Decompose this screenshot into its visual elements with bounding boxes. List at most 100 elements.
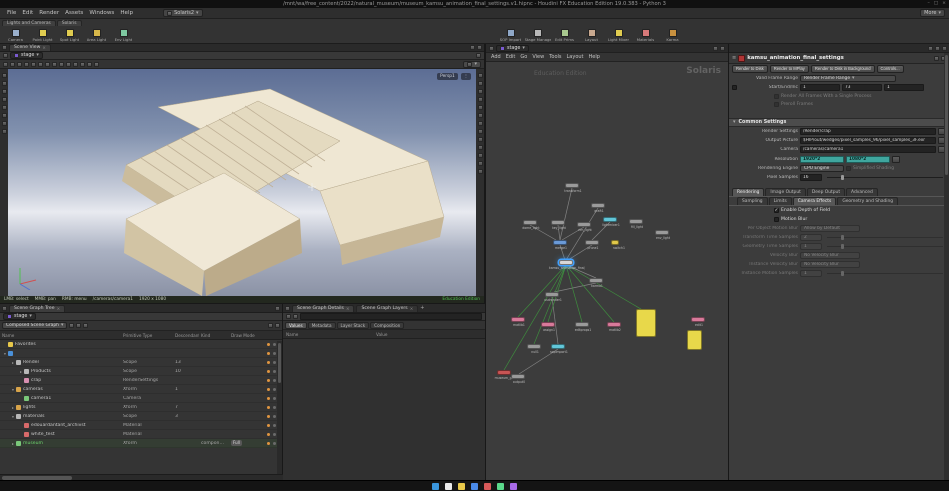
parm-tab[interactable]: Deep Output: [807, 188, 845, 196]
parm-slider[interactable]: [827, 237, 943, 238]
window-control-button[interactable]: □: [934, 1, 938, 6]
more-menu-button[interactable]: More ▾: [920, 9, 945, 17]
draw-mode-button[interactable]: [231, 421, 235, 427]
details-subtab[interactable]: Metadata: [308, 322, 336, 329]
sync-icon[interactable]: [268, 323, 273, 328]
draw-mode-button[interactable]: [231, 358, 235, 364]
draw-mode-button[interactable]: [231, 367, 235, 373]
presets-icon[interactable]: [934, 56, 939, 61]
browser-icon[interactable]: [471, 483, 478, 490]
scale-icon[interactable]: [24, 62, 29, 67]
tab-scene-view[interactable]: Scene View ×: [9, 44, 51, 51]
pixel-samples-slider[interactable]: [827, 177, 943, 178]
scene-graph-row[interactable]: camera1 Camera: [0, 394, 282, 403]
scene-graph-row[interactable]: ▸ Products Scope 10: [0, 367, 282, 376]
parm-menu[interactable]: No Velocity Blur: [800, 252, 860, 259]
column-header-kind[interactable]: Kind: [199, 333, 229, 338]
network-menu-item[interactable]: View: [531, 54, 545, 60]
draw-mode-button[interactable]: [231, 403, 235, 409]
draw-mode-button[interactable]: [231, 376, 235, 382]
close-icon[interactable]: ×: [42, 45, 46, 51]
network-node[interactable]: switch1: [611, 240, 619, 245]
network-node[interactable]: [687, 330, 702, 350]
pane-menu-icon[interactable]: [942, 46, 947, 51]
frame-range-checkbox[interactable]: [732, 85, 737, 90]
network-canvas[interactable]: Education Edition Solaris transform1 gra…: [486, 62, 729, 480]
menu-item[interactable]: Render: [36, 10, 62, 16]
column-header-name[interactable]: Name: [0, 333, 121, 338]
draw-mode-button[interactable]: [231, 340, 235, 346]
shelf-tool[interactable]: Stage Manager: [524, 29, 551, 42]
column-header-name[interactable]: Name: [283, 332, 373, 337]
render-button[interactable]: Render to Disk: [732, 65, 768, 73]
menu-item[interactable]: Windows: [86, 10, 117, 16]
column-header-drawmode[interactable]: Draw Mode: [229, 333, 255, 338]
draw-mode-button[interactable]: Full: [231, 440, 242, 446]
lighting-icon[interactable]: [59, 62, 64, 67]
option-checkbox[interactable]: [774, 102, 779, 107]
visibility-dot-icon[interactable]: [267, 370, 270, 373]
secure-selection-icon[interactable]: [2, 81, 7, 86]
handle-mode-icon[interactable]: [2, 121, 7, 126]
draw-mode-button[interactable]: [231, 394, 235, 400]
camera-field[interactable]: /cameras/camera1: [800, 146, 936, 153]
pin-icon[interactable]: [935, 46, 940, 51]
isolate-icon[interactable]: [478, 145, 483, 150]
visibility-dot-icon[interactable]: [267, 442, 270, 445]
orthographic-icon[interactable]: [478, 97, 483, 102]
activation-dot-icon[interactable]: [273, 424, 276, 427]
frame-inc-field[interactable]: 1: [884, 84, 924, 91]
perspective-icon[interactable]: [478, 89, 483, 94]
network-node[interactable]: matlib2: [607, 322, 621, 327]
wireframe-icon[interactable]: [52, 62, 57, 67]
visibility-dot-icon[interactable]: [267, 352, 270, 355]
select-mode-icon[interactable]: [2, 73, 7, 78]
parm-tab[interactable]: Limits: [769, 197, 792, 205]
visibility-dot-icon[interactable]: [267, 397, 270, 400]
network-node[interactable]: kamsu_animation_final_settings: [559, 260, 573, 265]
pin-icon[interactable]: [476, 53, 481, 58]
filter-icon[interactable]: [293, 314, 298, 319]
details-subtab[interactable]: Composition: [370, 322, 404, 329]
column-header-value[interactable]: Value: [373, 332, 485, 337]
network-node[interactable]: dome_light: [523, 220, 537, 225]
parameter-scrollbar[interactable]: [944, 53, 949, 480]
start-button[interactable]: [432, 483, 439, 490]
activation-dot-icon[interactable]: [273, 406, 276, 409]
columns-icon[interactable]: [275, 323, 280, 328]
details-filter-input[interactable]: [300, 313, 482, 320]
menu-item[interactable]: File: [4, 10, 19, 16]
window-control-button[interactable]: –: [928, 1, 930, 6]
network-node[interactable]: usdrender1: [545, 292, 559, 297]
tree-vertical-scrollbar[interactable]: [277, 341, 282, 475]
network-node[interactable]: output0: [511, 374, 525, 379]
add-tab-icon[interactable]: +: [420, 306, 424, 311]
render-region-icon[interactable]: [73, 62, 78, 67]
network-menu-item[interactable]: Add: [490, 54, 502, 60]
search-icon[interactable]: [445, 483, 452, 490]
network-node[interactable]: graft1: [591, 203, 605, 208]
network-menu-item[interactable]: Tools: [548, 54, 562, 60]
parm-tab[interactable]: Advanced: [846, 188, 878, 196]
pane-menu-icon[interactable]: [2, 45, 7, 50]
desktop-switcher[interactable]: Solaris2 ▾: [163, 9, 202, 17]
activation-dot-icon[interactable]: [273, 433, 276, 436]
network-menu-item[interactable]: Go: [519, 54, 528, 60]
shelf-tool[interactable]: Point Light: [29, 29, 56, 42]
activation-dot-icon[interactable]: [273, 370, 276, 373]
app-red-icon[interactable]: [484, 483, 491, 490]
network-node[interactable]: karma1: [589, 278, 603, 283]
quad-viewport-icon[interactable]: [478, 113, 483, 118]
rotate-mode-icon[interactable]: [2, 105, 7, 110]
shelf-tool[interactable]: Light Mixer: [605, 29, 632, 42]
visibility-dot-icon[interactable]: [267, 379, 270, 382]
network-node[interactable]: transform1: [565, 183, 579, 188]
activation-dot-icon[interactable]: [273, 388, 276, 391]
ruler-icon[interactable]: [478, 153, 483, 158]
network-node[interactable]: editprops1: [575, 322, 589, 327]
flipbook-icon[interactable]: [80, 62, 85, 67]
network-node[interactable]: museum_geo: [497, 370, 511, 375]
option-checkbox[interactable]: [774, 94, 779, 99]
shelf-tool[interactable]: Spot Light: [56, 29, 83, 42]
activation-dot-icon[interactable]: [273, 379, 276, 382]
